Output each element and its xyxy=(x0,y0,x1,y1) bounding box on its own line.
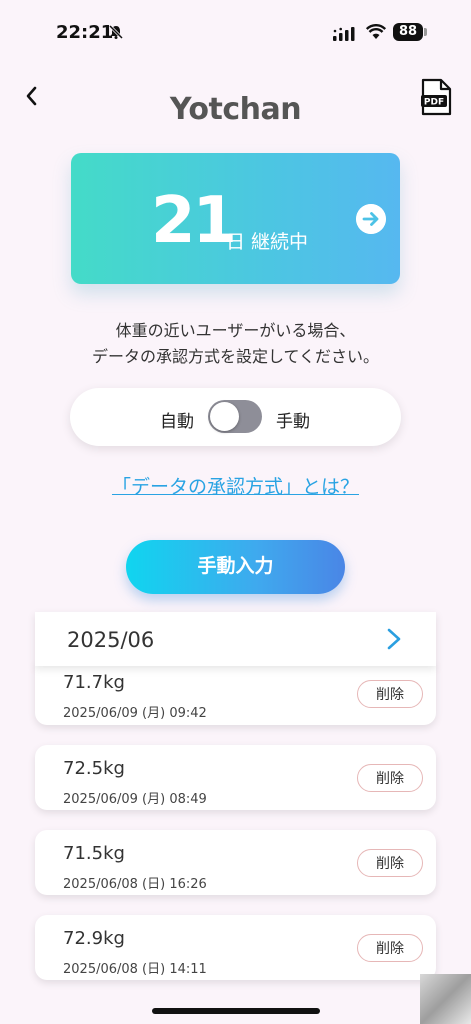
delete-button[interactable]: 削除 xyxy=(357,764,423,792)
battery-indicator: 88 xyxy=(393,23,423,41)
weight-entry-card: 72.9kg 2025/06/08 (日) 14:11 削除 xyxy=(35,915,436,980)
weight-entry-card: 72.5kg 2025/06/09 (月) 08:49 削除 xyxy=(35,745,436,810)
entry-weight: 72.5kg xyxy=(63,758,125,779)
switch-knob xyxy=(210,402,239,431)
entry-weight: 71.5kg xyxy=(63,843,125,864)
description-line-2: データの承認方式を設定してください。 xyxy=(91,347,380,366)
entry-weight: 71.7kg xyxy=(63,672,125,693)
battery-tip xyxy=(424,28,427,36)
pdf-export-icon[interactable]: PDF xyxy=(420,78,452,116)
approval-mode-toggle-box: 自動 手動 xyxy=(70,388,401,446)
weight-entry-card: 71.5kg 2025/06/08 (日) 16:26 削除 xyxy=(35,830,436,895)
approval-mode-switch[interactable] xyxy=(208,400,262,433)
approval-method-help-link[interactable]: 「データの承認方式」とは？ xyxy=(0,472,471,499)
toggle-manual-label: 手動 xyxy=(276,412,310,432)
delete-button[interactable]: 削除 xyxy=(357,849,423,877)
delete-button[interactable]: 削除 xyxy=(357,680,423,708)
entry-datetime: 2025/06/08 (日) 14:11 xyxy=(63,962,207,977)
entry-datetime: 2025/06/08 (日) 16:26 xyxy=(63,877,207,892)
chevron-right-icon[interactable] xyxy=(385,628,403,650)
streak-days-label: 日 継続中 xyxy=(226,231,309,253)
home-indicator xyxy=(152,1008,320,1014)
entry-datetime: 2025/06/09 (月) 08:49 xyxy=(63,792,207,807)
signal-icon xyxy=(333,27,355,41)
toggle-auto-label: 自動 xyxy=(160,412,194,432)
streak-card[interactable]: 21 日 継続中 xyxy=(71,153,400,284)
page-title: Yotchan xyxy=(169,92,302,127)
screenshot-thumbnail[interactable] xyxy=(420,974,471,1024)
entry-weight: 72.9kg xyxy=(63,928,125,949)
streak-days-number: 21 xyxy=(151,184,237,258)
month-selector[interactable]: 2025/06 xyxy=(35,612,436,666)
wifi-icon xyxy=(366,24,386,39)
pdf-icon-label: PDF xyxy=(424,98,444,108)
status-time: 22:21 xyxy=(56,22,114,43)
bell-muted-icon xyxy=(108,24,124,40)
month-label: 2025/06 xyxy=(67,628,155,652)
description-line-1: 体重の近いユーザーがいる場合、 xyxy=(115,321,356,340)
manual-input-button[interactable]: 手動入力 xyxy=(126,540,345,594)
entry-datetime: 2025/06/09 (月) 09:42 xyxy=(63,706,207,721)
arrow-right-circle-icon[interactable] xyxy=(356,204,386,234)
approval-description: 体重の近いユーザーがいる場合、 データの承認方式を設定してください。 xyxy=(0,318,471,370)
status-bar: 22:21 88 xyxy=(0,0,471,60)
weight-entry-card: 71.7kg 2025/06/09 (月) 09:42 削除 xyxy=(35,662,436,725)
delete-button[interactable]: 削除 xyxy=(357,934,423,962)
